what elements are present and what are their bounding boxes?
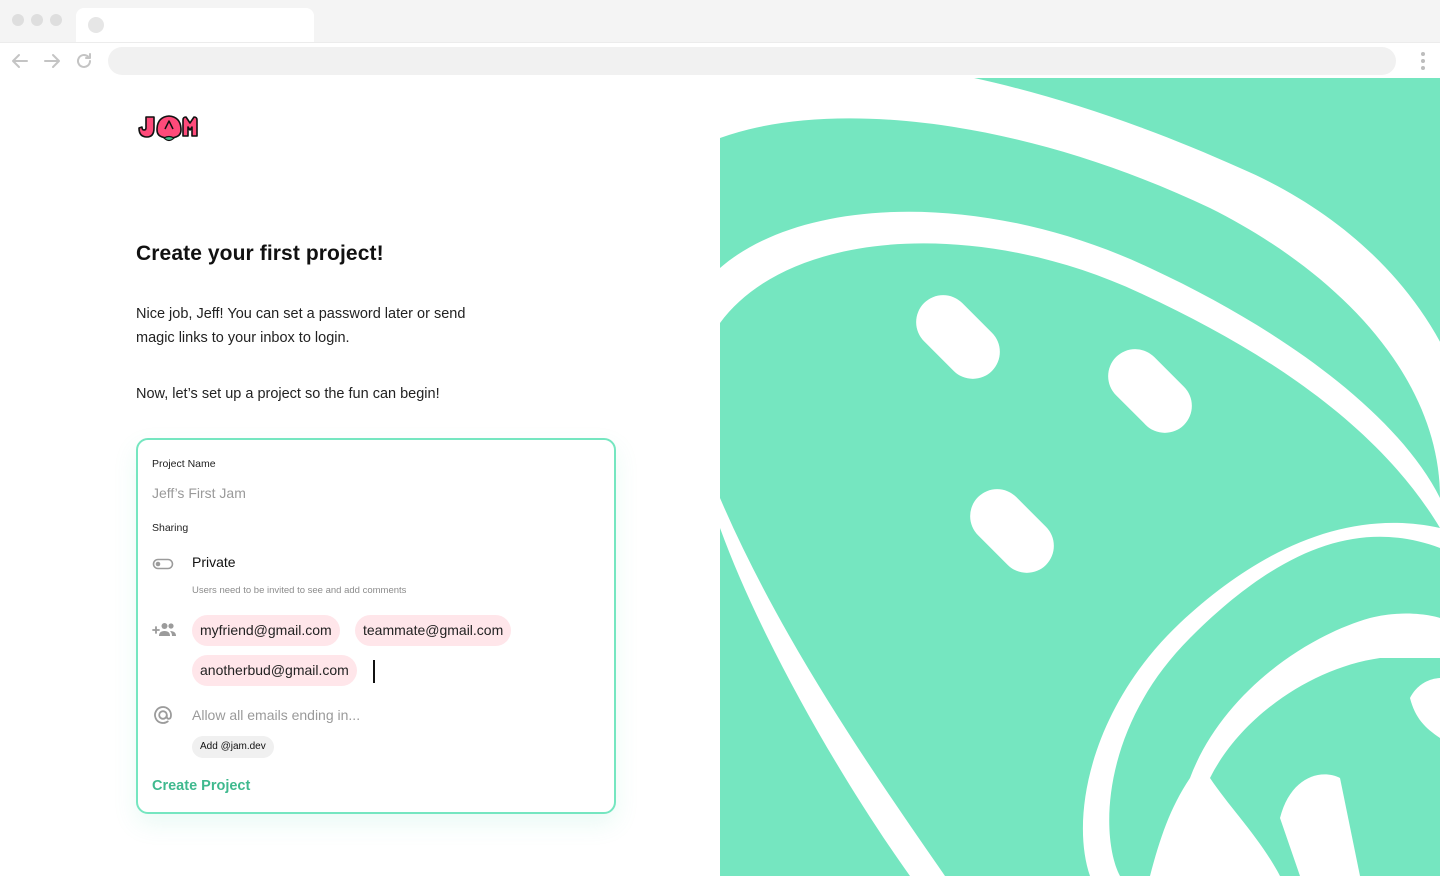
privacy-help-text: Users need to be invited to see and add … xyxy=(192,585,407,596)
at-sign-icon xyxy=(152,704,176,724)
browser-chrome xyxy=(0,0,1440,78)
window-controls xyxy=(12,14,62,26)
jam-logo xyxy=(136,114,202,147)
favicon-icon xyxy=(88,17,104,33)
browser-menu-icon[interactable] xyxy=(1420,52,1426,70)
strawberry-illustration xyxy=(720,78,1440,876)
create-project-card: Project Name Sharing Private Users need … xyxy=(136,438,616,814)
add-people-icon xyxy=(152,620,176,640)
text-cursor xyxy=(373,660,375,683)
back-arrow-icon[interactable] xyxy=(8,49,32,73)
add-domain-suggestion-button[interactable]: Add @jam.dev xyxy=(192,736,274,758)
email-domain-input[interactable] xyxy=(192,704,572,726)
page-title: Create your first project! xyxy=(136,242,384,265)
project-name-input[interactable] xyxy=(152,482,592,504)
maximize-window-button[interactable] xyxy=(50,14,62,26)
browser-toolbar xyxy=(0,42,1440,78)
invitee-chip[interactable]: myfriend@gmail.com xyxy=(192,615,340,646)
sharing-label: Sharing xyxy=(152,522,189,534)
forward-arrow-icon[interactable] xyxy=(40,49,64,73)
project-name-label: Project Name xyxy=(152,458,216,470)
invitee-chip[interactable]: teammate@gmail.com xyxy=(355,615,512,646)
intro-text: Nice job, Jeff! You can set a password l… xyxy=(136,306,466,346)
create-project-button[interactable]: Create Project xyxy=(152,778,250,794)
onboarding-panel: Create your first project! Nice job, Jef… xyxy=(0,78,720,876)
privacy-option[interactable]: Private xyxy=(192,554,236,570)
toggle-icon[interactable] xyxy=(152,554,176,574)
close-window-button[interactable] xyxy=(12,14,24,26)
address-bar[interactable] xyxy=(108,47,1396,75)
minimize-window-button[interactable] xyxy=(31,14,43,26)
browser-tab[interactable] xyxy=(76,8,314,42)
intro-followup-text: Now, let’s set up a project so the fun c… xyxy=(136,386,440,402)
invitee-chip[interactable]: anotherbud@gmail.com xyxy=(192,655,357,686)
reload-icon[interactable] xyxy=(72,49,96,73)
